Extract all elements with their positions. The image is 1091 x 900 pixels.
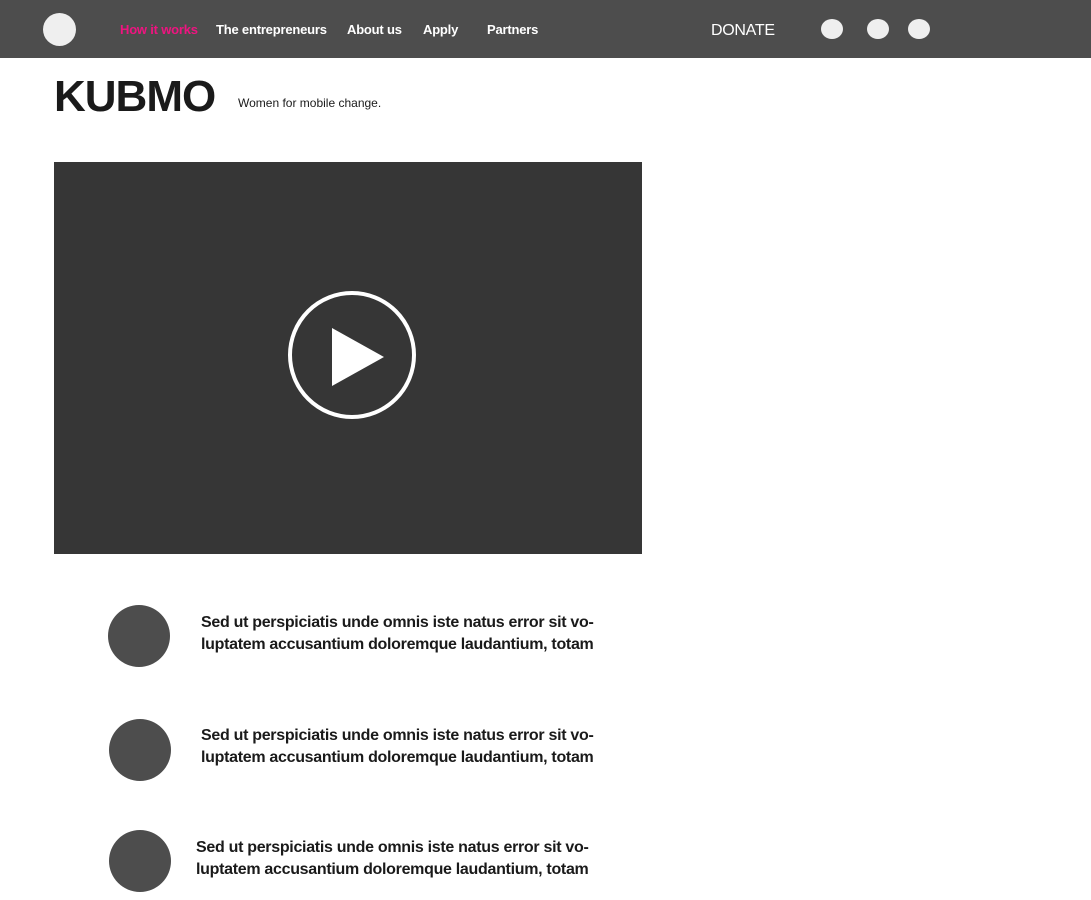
feature-item: Sed ut perspiciatis unde omnis iste natu… (0, 830, 700, 900)
logo-icon[interactable] (43, 13, 76, 46)
nav-link-how-it-works[interactable]: How it works (120, 22, 198, 37)
play-icon[interactable] (287, 290, 417, 420)
feature-text-line: luptatem accusantium doloremque laudanti… (196, 861, 589, 878)
nav-link-apply[interactable]: Apply (423, 22, 458, 37)
brand-tagline: Women for mobile change. (238, 96, 382, 110)
feature-image-placeholder (108, 605, 170, 667)
feature-text-line: Sed ut perspiciatis unde omnis iste natu… (201, 727, 594, 744)
feature-item: Sed ut perspiciatis unde omnis iste natu… (0, 605, 700, 675)
nav-link-about-us[interactable]: About us (347, 22, 402, 37)
video-player[interactable] (54, 162, 642, 554)
feature-text-line: luptatem accusantium doloremque laudanti… (201, 636, 594, 653)
feature-text: Sed ut perspiciatis unde omnis iste natu… (201, 725, 641, 769)
feature-text-line: Sed ut perspiciatis unde omnis iste natu… (196, 839, 589, 856)
social-icon-1[interactable] (821, 19, 843, 39)
nav-link-partners[interactable]: Partners (487, 22, 538, 37)
brand-title: KUBMO (54, 72, 216, 121)
feature-text-line: luptatem accusantium doloremque laudanti… (201, 749, 594, 766)
donate-button[interactable]: DONATE (711, 22, 775, 40)
feature-text: Sed ut perspiciatis unde omnis iste natu… (201, 612, 641, 656)
feature-text-line: Sed ut perspiciatis unde omnis iste natu… (201, 614, 594, 631)
feature-item: Sed ut perspiciatis unde omnis iste natu… (0, 719, 700, 789)
social-icon-2[interactable] (867, 19, 889, 39)
feature-image-placeholder (109, 719, 171, 781)
top-navigation-bar: How it works The entrepreneurs About us … (0, 0, 1091, 58)
nav-link-the-entrepreneurs[interactable]: The entrepreneurs (216, 22, 327, 37)
social-icon-3[interactable] (908, 19, 930, 39)
feature-image-placeholder (109, 830, 171, 892)
feature-text: Sed ut perspiciatis unde omnis iste natu… (196, 837, 636, 881)
